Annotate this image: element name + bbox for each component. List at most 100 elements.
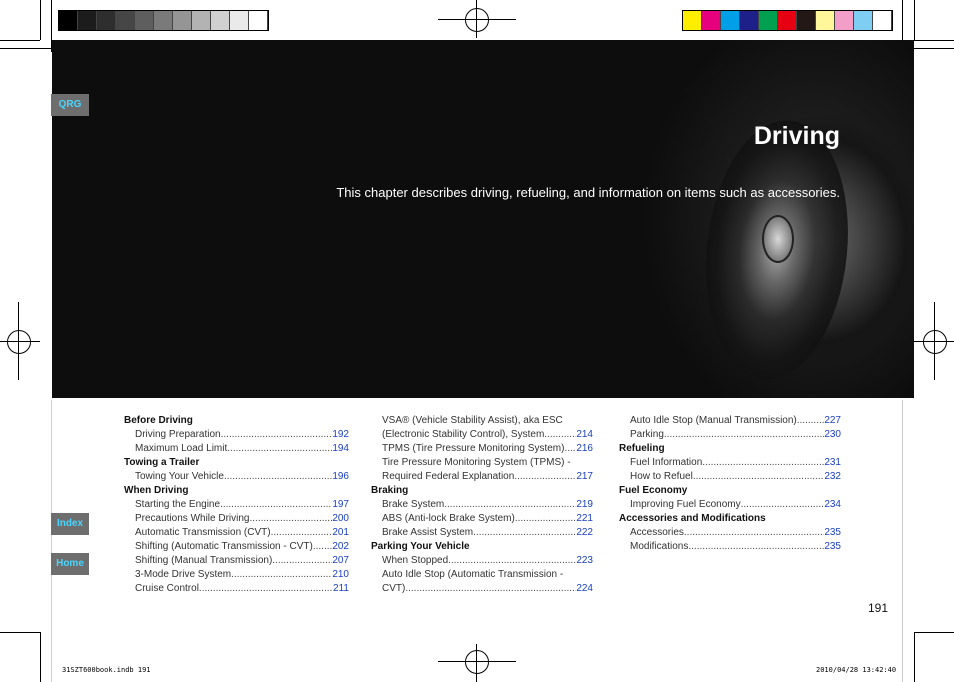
toc-section-heading[interactable]: Braking — [371, 484, 593, 498]
toc-page-link[interactable]: 196 — [332, 470, 349, 484]
home-button[interactable]: Home — [51, 553, 89, 575]
registration-mark — [476, 0, 477, 38]
toc-page-link[interactable]: 222 — [576, 526, 593, 540]
toc-entry[interactable]: Shifting (Automatic Transmission - CVT) 2… — [124, 540, 349, 554]
page-number: 191 — [868, 601, 889, 615]
toc-entry[interactable]: Automatic Transmission (CVT) 201 — [124, 526, 349, 540]
toc-entry-line: Tire Pressure Monitoring System (TPMS) - — [382, 457, 571, 468]
toc-entry[interactable]: 3-Mode Drive System 210 — [124, 568, 349, 582]
toc-page-link[interactable]: 230 — [824, 428, 841, 442]
toc-page-link[interactable]: 231 — [824, 456, 841, 470]
toc-entry[interactable]: Driving Preparation 192 — [124, 428, 349, 442]
toc-page-link[interactable]: 234 — [824, 498, 841, 512]
toc-entry[interactable]: How to Refuel 232 — [619, 470, 841, 484]
toc-entry[interactable]: Parking 230 — [619, 428, 841, 442]
toc-section-heading[interactable]: Fuel Economy — [619, 484, 841, 498]
toc-entry-title: CVT) — [382, 583, 406, 594]
toc-entry[interactable]: When Stopped 223 — [371, 554, 593, 568]
toc-entry[interactable]: Precautions While Driving 200 — [124, 512, 349, 526]
color-swatch — [116, 11, 135, 30]
toc-entry-title: Automatic Transmission (CVT) — [135, 527, 271, 538]
toc-section-heading[interactable]: Parking Your Vehicle — [371, 540, 593, 554]
toc-entry[interactable]: Cruise Control 211 — [124, 582, 349, 596]
toc-entry[interactable]: Shifting (Manual Transmission) 207 — [124, 554, 349, 568]
toc-page-link[interactable]: 216 — [576, 442, 593, 456]
toc-page-link[interactable]: 194 — [332, 442, 349, 456]
toc-entry[interactable]: Fuel Information 231 — [619, 456, 841, 470]
toc-entry-line: VSA® (Vehicle Stability Assist), aka ESC — [382, 415, 563, 426]
chapter-hero-image: Driving This chapter describes driving, … — [52, 40, 914, 398]
toc-entry-title: Modifications — [630, 541, 689, 552]
toc-entry-title: Accessories — [630, 527, 684, 538]
qrg-button[interactable]: QRG — [51, 94, 89, 116]
toc-section-heading[interactable]: When Driving — [124, 484, 349, 498]
toc-leader-dots — [227, 442, 332, 456]
toc-leader-dots — [693, 470, 825, 484]
color-swatch — [816, 11, 835, 30]
toc-page-link[interactable]: 219 — [576, 498, 593, 512]
toc-leader-dots — [224, 470, 332, 484]
toc-page-link[interactable]: 235 — [824, 540, 841, 554]
toc-leader-dots — [199, 582, 333, 596]
toc-column-1: Before DrivingDriving Preparation192Maxi… — [124, 414, 349, 596]
toc-page-link[interactable]: 211 — [333, 582, 349, 596]
toc-page-link[interactable]: 217 — [576, 470, 593, 484]
toc-page-link[interactable]: 202 — [332, 540, 349, 554]
toc-page-link[interactable]: 221 — [576, 512, 593, 526]
toc-entry[interactable]: Brake Assist System 222 — [371, 526, 593, 540]
color-swatch — [192, 11, 211, 30]
toc-leader-dots — [221, 428, 333, 442]
toc-entry[interactable]: TPMS (Tire Pressure Monitoring System) 21… — [371, 442, 593, 456]
toc-page-link[interactable]: 210 — [332, 568, 349, 582]
toc-leader-dots — [515, 512, 577, 526]
toc-entry[interactable]: Improving Fuel Economy 234 — [619, 498, 841, 512]
toc-entry[interactable]: Starting the Engine 197 — [124, 498, 349, 512]
toc-page-link[interactable]: 232 — [824, 470, 841, 484]
toc-page-link[interactable]: 192 — [332, 428, 349, 442]
toc-entry[interactable]: Brake System 219 — [371, 498, 593, 512]
toc-page-link[interactable]: 201 — [332, 526, 349, 540]
toc-entry-title: How to Refuel — [630, 471, 693, 482]
toc-page-link[interactable]: 200 — [332, 512, 349, 526]
color-swatch — [211, 11, 230, 30]
toc-entry[interactable]: Towing Your Vehicle 196 — [124, 470, 349, 484]
toc-entry-title: Maximum Load Limit — [135, 443, 228, 454]
toc-entry[interactable]: ABS (Anti-lock Brake System) 221 — [371, 512, 593, 526]
toc-page-link[interactable]: 224 — [576, 582, 593, 596]
toc-leader-dots — [797, 414, 825, 428]
toc-section-heading[interactable]: Refueling — [619, 442, 841, 456]
toc-entry[interactable]: Accessories 235 — [619, 526, 841, 540]
registration-mark — [438, 661, 516, 662]
toc-entry-title: Shifting (Automatic Transmission - CVT) — [135, 541, 313, 552]
toc-page-link[interactable]: 207 — [332, 554, 349, 568]
toc-entry-title: Improving Fuel Economy — [630, 499, 741, 510]
toc-entry[interactable]: Maximum Load Limit 194 — [124, 442, 349, 456]
toc-entry[interactable]: Auto Idle Stop (Manual Transmission) 227 — [619, 414, 841, 428]
toc-page-link[interactable]: 235 — [824, 526, 841, 540]
registration-mark — [465, 650, 489, 674]
toc-section-heading[interactable]: Accessories and Modifications — [619, 512, 841, 526]
color-swatch — [230, 11, 249, 30]
color-swatch — [759, 11, 778, 30]
index-button[interactable]: Index — [51, 513, 89, 535]
toc-page-link[interactable]: 227 — [824, 414, 841, 428]
registration-mark — [476, 644, 477, 682]
toc-section-heading[interactable]: Towing a Trailer — [124, 456, 349, 470]
toc-entry[interactable]: Modifications 235 — [619, 540, 841, 554]
crop-mark — [51, 400, 52, 682]
toc-entry-line: Auto Idle Stop (Automatic Transmission - — [382, 569, 564, 580]
color-swatch — [873, 11, 892, 30]
toc-section-heading[interactable]: Before Driving — [124, 414, 349, 428]
toc-page-link[interactable]: 197 — [332, 498, 349, 512]
chapter-title: Driving — [753, 122, 840, 150]
toc-entry[interactable]: CVT) 224 — [371, 582, 593, 596]
color-swatch — [740, 11, 759, 30]
toc-page-link[interactable]: 214 — [576, 428, 593, 442]
toc-entry[interactable]: Required Federal Explanation 217 — [371, 470, 593, 484]
toc-entry-title: Auto Idle Stop (Manual Transmission) — [630, 415, 797, 426]
toc-entry[interactable]: (Electronic Stability Control), System 21… — [371, 428, 593, 442]
crop-mark — [914, 0, 915, 40]
toc-entry-title: ABS (Anti-lock Brake System) — [382, 513, 515, 524]
crop-mark — [914, 632, 915, 682]
toc-page-link[interactable]: 223 — [576, 554, 593, 568]
